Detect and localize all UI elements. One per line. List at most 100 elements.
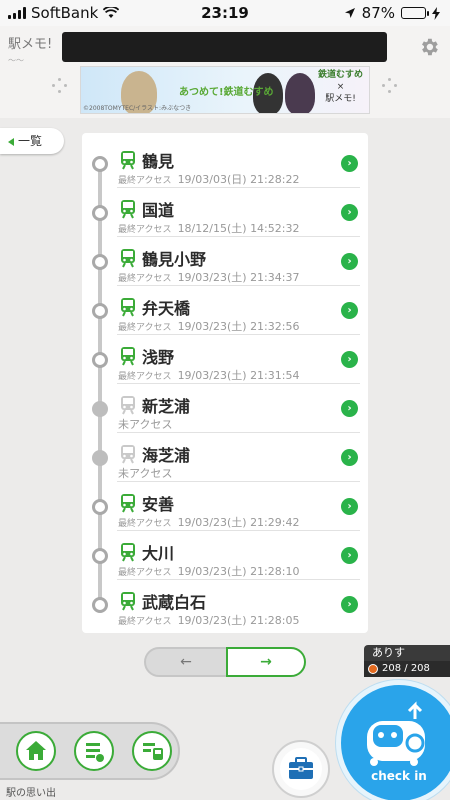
pager: ← → — [144, 647, 306, 677]
station-node — [92, 401, 108, 417]
station-row[interactable]: 新芝浦 未アクセス › — [82, 384, 368, 433]
station-node — [92, 303, 108, 319]
train-line-button[interactable] — [132, 731, 172, 771]
access-date: 19/03/03(日) — [177, 173, 247, 186]
station-row[interactable]: 浅野最終アクセス 19/03/23(土) 21:31:54 › — [82, 335, 368, 384]
last-access-label: 最終アクセス — [118, 176, 172, 186]
chevron-right-icon[interactable]: › — [341, 204, 358, 221]
bottom-nav — [0, 722, 180, 780]
app-logo: 駅メモ! 〜〜 — [8, 37, 53, 66]
access-date: 19/03/23(土) — [177, 565, 247, 578]
station-access-info: 最終アクセス 18/12/15(土) 14:52:32 — [118, 220, 299, 236]
station-node — [92, 156, 108, 172]
chevron-right-icon[interactable]: › — [341, 596, 358, 613]
station-row[interactable]: 鶴見小野最終アクセス 19/03/23(土) 21:34:37 › — [82, 237, 368, 286]
chevron-right-icon[interactable]: › — [341, 547, 358, 564]
station-access-info: 未アクセス — [118, 465, 172, 481]
not-accessed-label: 未アクセス — [118, 467, 173, 480]
next-page-button[interactable]: → — [226, 647, 306, 677]
prev-page-button[interactable]: ← — [144, 647, 228, 677]
chevron-right-icon[interactable]: › — [341, 400, 358, 417]
access-time: 21:34:37 — [250, 271, 300, 284]
check-in-button[interactable]: check in — [336, 680, 450, 800]
train-icon — [121, 298, 135, 317]
last-access-label: 最終アクセス — [118, 225, 172, 235]
train-icon — [121, 543, 135, 562]
coin-icon — [368, 664, 378, 674]
ad-banner[interactable]: あつめて!鉄道むすめ 鉄道むすめ × 駅メモ! ©2008TOMYTEC/イラス… — [80, 66, 370, 114]
station-access-info: 最終アクセス 19/03/23(土) 21:34:37 — [118, 269, 299, 285]
access-date: 18/12/15(土) — [177, 222, 247, 235]
user-badge[interactable]: ありす 208 / 208 — [364, 645, 450, 677]
access-date: 19/03/23(土) — [177, 320, 247, 333]
app-header: 駅メモ! 〜〜 あつめて!鉄道むすめ 鉄道むすめ × 駅メモ! ©2008TOM… — [0, 26, 450, 118]
back-to-list-button[interactable]: 一覧 — [0, 128, 64, 154]
train-icon — [121, 396, 135, 415]
station-row[interactable]: 弁天橋 最終アクセス 19/03/23(土) 21:32:56 › — [82, 286, 368, 335]
station-list-button[interactable] — [74, 731, 114, 771]
charging-bolt-icon — [432, 6, 440, 20]
station-access-info: 未アクセス — [118, 416, 172, 432]
banner-title: あつめて!鉄道むすめ — [179, 87, 274, 98]
station-row[interactable]: 海芝浦 未アクセス › — [82, 433, 368, 482]
station-row[interactable]: 大川最終アクセス 19/03/23(土) 21:28:10 › — [82, 531, 368, 580]
home-button[interactable] — [16, 731, 56, 771]
train-icon — [121, 494, 135, 513]
access-time: 21:28:05 — [250, 614, 300, 627]
station-row[interactable]: 国道 最終アクセス 18/12/15(土) 14:52:32 › — [82, 188, 368, 237]
station-node — [92, 548, 108, 564]
station-node — [92, 205, 108, 221]
station-name: 鶴見 — [142, 152, 175, 171]
user-count: 208 / 208 — [382, 663, 430, 674]
access-date: 19/03/23(土) — [177, 369, 247, 382]
last-access-label: 最終アクセス — [118, 617, 172, 627]
last-access-label: 最終アクセス — [118, 372, 172, 382]
station-row[interactable]: 武蔵白石最終アクセス 19/03/23(土) 21:28:05 › — [82, 580, 368, 629]
gear-icon[interactable] — [418, 36, 440, 58]
battery-percent: 87% — [361, 4, 395, 22]
last-access-label: 最終アクセス — [118, 519, 172, 529]
station-name: 大川 — [142, 544, 175, 563]
station-row[interactable]: 鶴見 最終アクセス 19/03/03(日) 21:28:22 › — [82, 139, 368, 188]
access-date: 19/03/23(土) — [177, 614, 247, 627]
station-row[interactable]: 安善 最終アクセス 19/03/23(土) 21:29:42 › — [82, 482, 368, 531]
nav-caption: 駅の思い出 — [6, 788, 56, 799]
station-node — [92, 450, 108, 466]
location-arrow-icon — [344, 8, 355, 18]
banner-brand: 鉄道むすめ × 駅メモ! — [317, 70, 363, 104]
train-list-icon — [143, 743, 163, 760]
player-name-box[interactable] — [62, 32, 387, 62]
chevron-right-icon[interactable]: › — [341, 302, 358, 319]
chevron-right-icon[interactable]: › — [341, 155, 358, 172]
station-access-info: 最終アクセス 19/03/23(土) 21:29:42 — [118, 514, 299, 530]
train-icon — [121, 249, 135, 268]
station-name: 鶴見小野 — [142, 250, 207, 269]
access-time: 21:29:42 — [250, 516, 300, 529]
station-name: 浅野 — [142, 348, 175, 367]
access-time: 21:28:10 — [250, 565, 300, 578]
chevron-right-icon[interactable]: › — [341, 351, 358, 368]
station-node — [92, 499, 108, 515]
access-date: 19/03/23(土) — [177, 271, 247, 284]
station-name: 武蔵白石 — [142, 593, 207, 612]
chevron-right-icon[interactable]: › — [341, 449, 358, 466]
banner-character-image — [285, 73, 315, 113]
chevron-right-icon[interactable]: › — [341, 498, 358, 515]
station-name: 弁天橋 — [142, 299, 191, 318]
station-access-info: 最終アクセス 19/03/23(土) 21:28:10 — [118, 563, 299, 579]
chevron-right-icon[interactable]: › — [341, 253, 358, 270]
train-icon — [121, 200, 135, 219]
access-time: 14:52:32 — [250, 222, 300, 235]
train-icon — [121, 592, 135, 611]
last-access-label: 最終アクセス — [118, 274, 172, 284]
user-name: ありす — [364, 645, 450, 661]
banner-copyright: ©2008TOMYTEC/イラスト:みぶなつき — [83, 105, 192, 112]
access-time: 21:31:54 — [250, 369, 300, 382]
station-access-info: 最終アクセス 19/03/23(土) 21:31:54 — [118, 367, 299, 383]
last-access-label: 最終アクセス — [118, 568, 172, 578]
arrow-right-icon: → — [260, 654, 272, 670]
decor-dots — [382, 78, 398, 94]
station-node — [92, 597, 108, 613]
item-bag-button[interactable] — [272, 740, 330, 798]
check-in-label: check in — [371, 769, 427, 783]
